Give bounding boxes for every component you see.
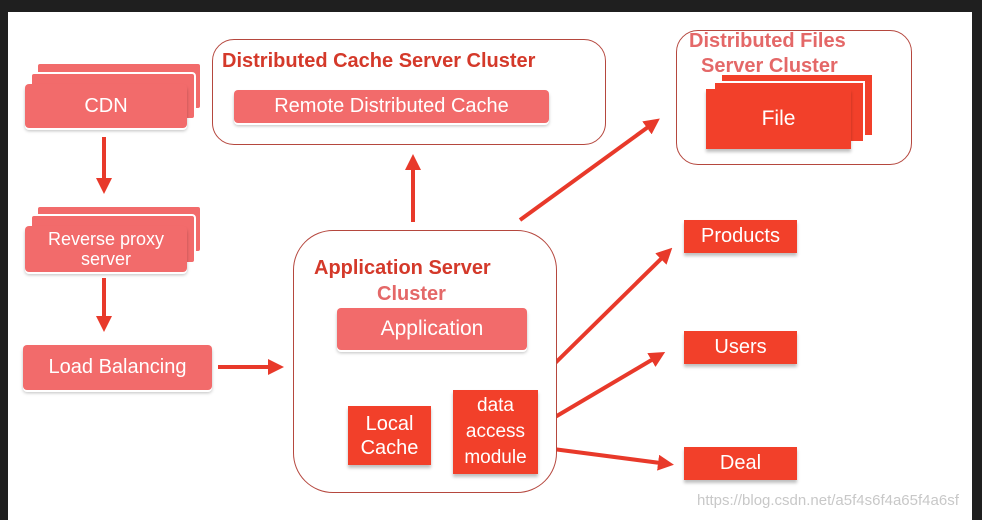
- deal-box: Deal: [684, 447, 797, 480]
- local-cache-label-1: Local: [365, 412, 414, 435]
- arrow-dam-to-products: [538, 247, 673, 380]
- local-cache-box: Local Cache: [348, 406, 431, 465]
- file-box: File: [706, 89, 851, 149]
- dam-label-3: module: [464, 447, 527, 468]
- cache-cluster-title: Distributed Cache Server Cluster: [222, 50, 536, 72]
- products-box: Products: [684, 220, 797, 253]
- dam-label-2: access: [465, 421, 526, 442]
- cdn-label: CDN: [84, 94, 128, 117]
- application-box: Application: [337, 308, 527, 350]
- proxy-label-2: server: [80, 249, 131, 269]
- arrow-dam-to-users: [548, 351, 666, 422]
- files-cluster-title-1: Distributed Files: [689, 30, 846, 52]
- file-label: File: [761, 107, 796, 130]
- deal-label: Deal: [719, 452, 762, 474]
- watermark: https://blog.csdn.net/a5f4s6f4a65f4a6sf: [697, 492, 959, 509]
- reverse-proxy-box: Reverse proxy server: [25, 226, 187, 272]
- app-cluster-title-1: Application Server: [314, 257, 491, 279]
- users-label: Users: [714, 336, 767, 358]
- products-label: Products: [701, 225, 780, 247]
- local-cache-label-2: Cache: [360, 436, 419, 459]
- app-cluster-title-2: Cluster: [377, 283, 446, 305]
- arrow-dam-to-deal: [552, 447, 674, 471]
- dam-label-1: data: [477, 395, 514, 416]
- load-balancing-box: Load Balancing: [23, 345, 212, 390]
- data-access-module-box: data access module: [453, 390, 538, 474]
- files-cluster-title-2: Server Cluster: [701, 55, 838, 77]
- users-box: Users: [684, 331, 797, 364]
- application-label: Application: [380, 317, 484, 340]
- proxy-label-1: Reverse proxy: [47, 229, 165, 249]
- remote-cache-label: Remote Distributed Cache: [274, 95, 509, 117]
- remote-cache-box: Remote Distributed Cache: [234, 90, 549, 123]
- cdn-box: CDN: [25, 84, 187, 128]
- lb-label: Load Balancing: [48, 356, 187, 378]
